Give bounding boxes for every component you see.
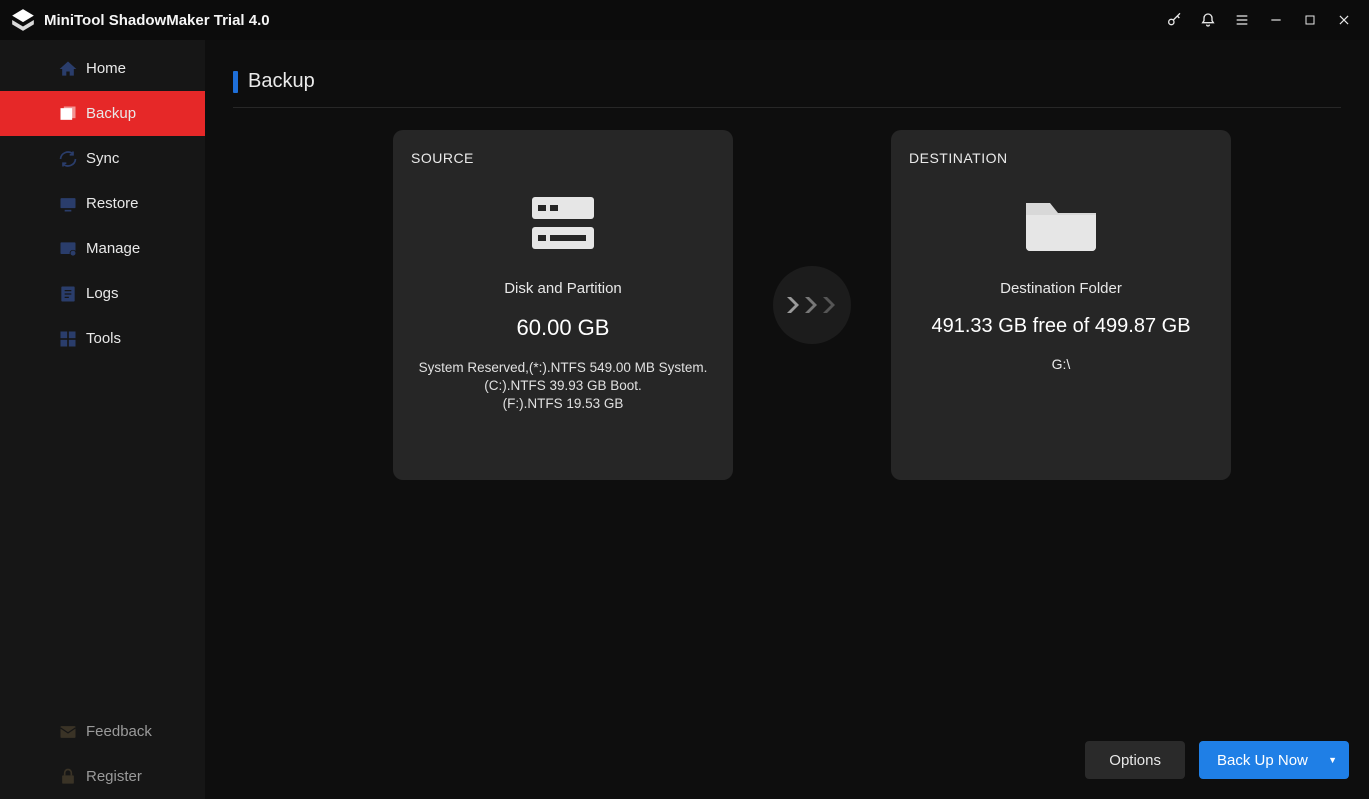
- source-card[interactable]: SOURCE Disk and Partition 60.00 GB Syste…: [393, 130, 733, 480]
- key-icon[interactable]: [1157, 0, 1191, 40]
- tools-icon: [58, 329, 78, 349]
- minimize-button[interactable]: [1259, 0, 1293, 40]
- home-icon: [58, 59, 78, 79]
- sidebar-item-sync[interactable]: Sync: [0, 136, 205, 181]
- shadowmaker-logo-icon: [10, 7, 36, 33]
- caret-down-icon: ▼: [1328, 755, 1337, 765]
- sidebar-item-label: Feedback: [86, 723, 152, 740]
- sidebar-item-logs[interactable]: Logs: [0, 271, 205, 316]
- sidebar-item-restore[interactable]: Restore: [0, 181, 205, 226]
- sidebar-item-label: Backup: [86, 105, 136, 122]
- backup-now-button[interactable]: Back Up Now ▼: [1199, 741, 1349, 779]
- sidebar-item-label: Register: [86, 768, 142, 785]
- feedback-icon: [58, 722, 78, 742]
- sidebar-item-label: Manage: [86, 240, 140, 257]
- source-label: SOURCE: [411, 150, 474, 166]
- sidebar-item-backup[interactable]: Backup: [0, 91, 205, 136]
- sidebar-item-home[interactable]: Home: [0, 46, 205, 91]
- notification-icon[interactable]: [1191, 0, 1225, 40]
- sidebar-item-register[interactable]: Register: [0, 754, 205, 799]
- destination-path: G:\: [1052, 356, 1071, 372]
- backup-cards: SOURCE Disk and Partition 60.00 GB Syste…: [393, 130, 1341, 480]
- backup-icon: [58, 104, 78, 124]
- options-button[interactable]: Options: [1085, 741, 1185, 779]
- sidebar: Home Backup Sync Restore Manage: [0, 40, 205, 799]
- sidebar-item-label: Restore: [86, 195, 139, 212]
- destination-label: DESTINATION: [909, 150, 1008, 166]
- maximize-button[interactable]: [1293, 0, 1327, 40]
- source-size: 60.00 GB: [517, 315, 610, 341]
- sidebar-item-tools[interactable]: Tools: [0, 316, 205, 361]
- main-content: Backup SOURCE Disk and Partition: [205, 40, 1369, 799]
- logs-icon: [58, 284, 78, 304]
- titlebar: MiniTool ShadowMaker Trial 4.0: [0, 0, 1369, 40]
- sync-icon: [58, 149, 78, 169]
- source-title: Disk and Partition: [504, 280, 622, 297]
- close-button[interactable]: [1327, 0, 1361, 40]
- arrow-indicator: [773, 266, 851, 344]
- app-title: MiniTool ShadowMaker Trial 4.0: [44, 12, 270, 29]
- destination-title: Destination Folder: [1000, 280, 1122, 297]
- folder-icon: [1020, 184, 1102, 262]
- footer-actions: Options Back Up Now ▼: [1085, 741, 1349, 779]
- sidebar-item-feedback[interactable]: Feedback: [0, 709, 205, 754]
- register-icon: [58, 767, 78, 787]
- manage-icon: [58, 239, 78, 259]
- destination-card[interactable]: DESTINATION Destination Folder 491.33 GB…: [891, 130, 1231, 480]
- menu-icon[interactable]: [1225, 0, 1259, 40]
- restore-icon: [58, 194, 78, 214]
- sidebar-item-manage[interactable]: Manage: [0, 226, 205, 271]
- page-title: Backup: [248, 70, 315, 93]
- page-header: Backup: [233, 70, 1341, 108]
- app-logo: [10, 7, 36, 33]
- destination-free: 491.33 GB free of 499.87 GB: [931, 315, 1190, 338]
- options-button-label: Options: [1109, 752, 1161, 769]
- disk-icon: [524, 184, 602, 262]
- sidebar-item-label: Home: [86, 60, 126, 77]
- sidebar-item-label: Sync: [86, 150, 119, 167]
- page-title-marker: [233, 71, 238, 93]
- source-detail: System Reserved,(*:).NTFS 549.00 MB Syst…: [419, 359, 708, 414]
- backup-now-label: Back Up Now: [1217, 752, 1308, 769]
- sidebar-item-label: Logs: [86, 285, 119, 302]
- sidebar-item-label: Tools: [86, 330, 121, 347]
